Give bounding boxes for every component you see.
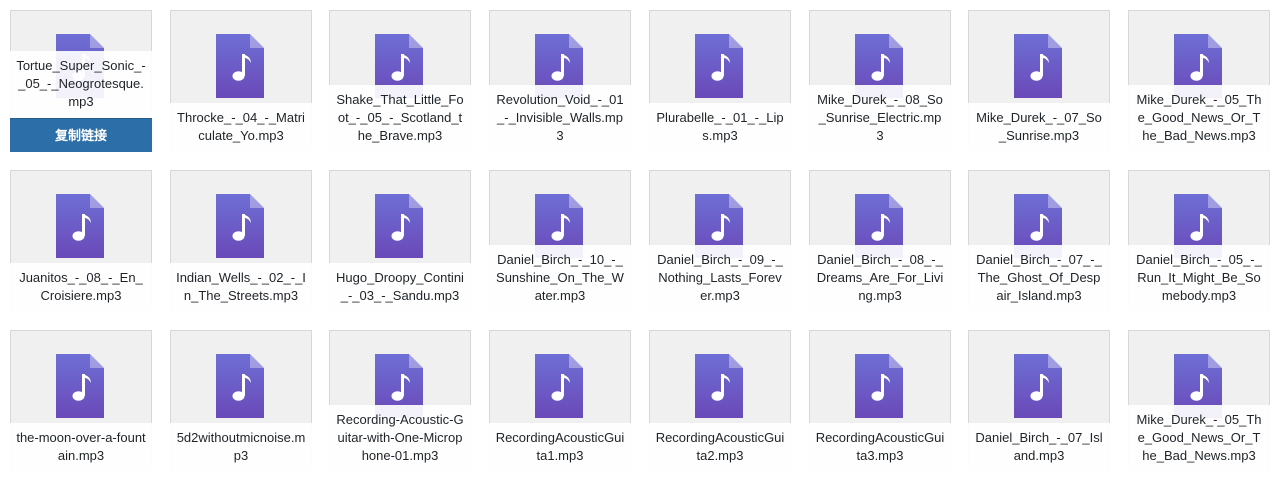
attachment-tile[interactable]: Throcke_-_04_-_Matriculate_Yo.mp3	[170, 10, 312, 152]
audio-file-icon	[56, 194, 104, 258]
attachment-filename: Daniel_Birch_-_07_Island.mp3	[968, 423, 1110, 472]
attachment-filename: Indian_Wells_-_02_-_In_The_Streets.mp3	[170, 263, 312, 312]
audio-file-icon	[1014, 354, 1062, 418]
attachment-tile[interactable]: Daniel_Birch_-_09_-_Nothing_Lasts_Foreve…	[649, 170, 791, 312]
attachment-tile[interactable]: RecordingAcousticGuita1.mp3	[489, 330, 631, 472]
audio-file-icon	[535, 354, 583, 418]
attachment-filename: Tortue_Super_Sonic_-_05_-_Neogrotesque.m…	[10, 51, 152, 118]
media-grid: Tortue_Super_Sonic_-_05_-_Neogrotesque.m…	[0, 0, 1280, 480]
attachment-tile[interactable]: Hugo_Droopy_Contini_-_03_-_Sandu.mp3	[329, 170, 471, 312]
audio-file-icon	[216, 194, 264, 258]
audio-file-icon	[216, 34, 264, 98]
attachment-tile[interactable]: Mike_Durek_-_08_So_Sunrise_Electric.mp3	[809, 10, 951, 152]
audio-file-icon	[216, 354, 264, 418]
attachment-filename: Juanitos_-_08_-_En_Croisiere.mp3	[10, 263, 152, 312]
copy-link-button[interactable]: 复制链接	[10, 118, 152, 152]
attachment-filename: Recording-Acoustic-Guitar-with-One-Micro…	[329, 405, 471, 472]
attachment-tile[interactable]: Revolution_Void_-_01_-_Invisible_Walls.m…	[489, 10, 631, 152]
attachment-tile[interactable]: Recording-Acoustic-Guitar-with-One-Micro…	[329, 330, 471, 472]
audio-file-icon	[375, 194, 423, 258]
attachment-filename: 5d2withoutmicnoise.mp3	[170, 423, 312, 472]
attachment-tile[interactable]: Indian_Wells_-_02_-_In_The_Streets.mp3	[170, 170, 312, 312]
attachment-filename: Revolution_Void_-_01_-_Invisible_Walls.m…	[489, 85, 631, 152]
attachment-tile[interactable]: Mike_Durek_-_07_So_Sunrise.mp3	[968, 10, 1110, 152]
attachment-filename: Daniel_Birch_-_08_-_Dreams_Are_For_Livin…	[809, 245, 951, 312]
attachment-tile[interactable]: Daniel_Birch_-_07_-_The_Ghost_Of_Despair…	[968, 170, 1110, 312]
attachment-tile[interactable]: Daniel_Birch_-_08_-_Dreams_Are_For_Livin…	[809, 170, 951, 312]
attachment-filename: Mike_Durek_-_05_The_Good_News_Or_The_Bad…	[1128, 85, 1270, 152]
attachment-tile[interactable]: Tortue_Super_Sonic_-_05_-_Neogrotesque.m…	[10, 10, 152, 152]
attachment-tile[interactable]: RecordingAcousticGuita2.mp3	[649, 330, 791, 472]
audio-file-icon	[1014, 34, 1062, 98]
attachment-filename: RecordingAcousticGuita3.mp3	[809, 423, 951, 472]
audio-file-icon	[855, 354, 903, 418]
audio-file-icon	[695, 34, 743, 98]
attachment-filename: Daniel_Birch_-_09_-_Nothing_Lasts_Foreve…	[649, 245, 791, 312]
attachment-tile[interactable]: Daniel_Birch_-_10_-_Sunshine_On_The_Wate…	[489, 170, 631, 312]
attachment-filename: Daniel_Birch_-_10_-_Sunshine_On_The_Wate…	[489, 245, 631, 312]
attachment-tile[interactable]: Daniel_Birch_-_07_Island.mp3	[968, 330, 1110, 472]
attachment-filename: Mike_Durek_-_08_So_Sunrise_Electric.mp3	[809, 85, 951, 152]
attachment-filename: the-moon-over-a-fountain.mp3	[10, 423, 152, 472]
attachment-tile[interactable]: Plurabelle_-_01_-_Lips.mp3	[649, 10, 791, 152]
audio-file-icon	[56, 354, 104, 418]
attachment-tile[interactable]: Mike_Durek_-_05_The_Good_News_Or_The_Bad…	[1128, 10, 1270, 152]
attachment-tile[interactable]: Juanitos_-_08_-_En_Croisiere.mp3	[10, 170, 152, 312]
attachment-tile[interactable]: Mike_Durek_-_05_The_Good_News_Or_The_Bad…	[1128, 330, 1270, 472]
attachment-tile[interactable]: the-moon-over-a-fountain.mp3	[10, 330, 152, 472]
attachment-filename: Hugo_Droopy_Contini_-_03_-_Sandu.mp3	[329, 263, 471, 312]
attachment-tile[interactable]: Shake_That_Little_Foot_-_05_-_Scotland_t…	[329, 10, 471, 152]
attachment-filename: Plurabelle_-_01_-_Lips.mp3	[649, 103, 791, 152]
attachment-tile[interactable]: RecordingAcousticGuita3.mp3	[809, 330, 951, 472]
attachment-filename: Daniel_Birch_-_07_-_The_Ghost_Of_Despair…	[968, 245, 1110, 312]
attachment-filename: Daniel_Birch_-_05_-_Run_It_Might_Be_Some…	[1128, 245, 1270, 312]
attachment-filename: Mike_Durek_-_05_The_Good_News_Or_The_Bad…	[1128, 405, 1270, 472]
attachment-tile[interactable]: Daniel_Birch_-_05_-_Run_It_Might_Be_Some…	[1128, 170, 1270, 312]
attachment-filename: RecordingAcousticGuita2.mp3	[649, 423, 791, 472]
attachment-filename: Shake_That_Little_Foot_-_05_-_Scotland_t…	[329, 85, 471, 152]
attachment-filename: Mike_Durek_-_07_So_Sunrise.mp3	[968, 103, 1110, 152]
audio-file-icon	[695, 354, 743, 418]
attachment-filename: RecordingAcousticGuita1.mp3	[489, 423, 631, 472]
attachment-filename: Throcke_-_04_-_Matriculate_Yo.mp3	[170, 103, 312, 152]
attachment-tile[interactable]: 5d2withoutmicnoise.mp3	[170, 330, 312, 472]
